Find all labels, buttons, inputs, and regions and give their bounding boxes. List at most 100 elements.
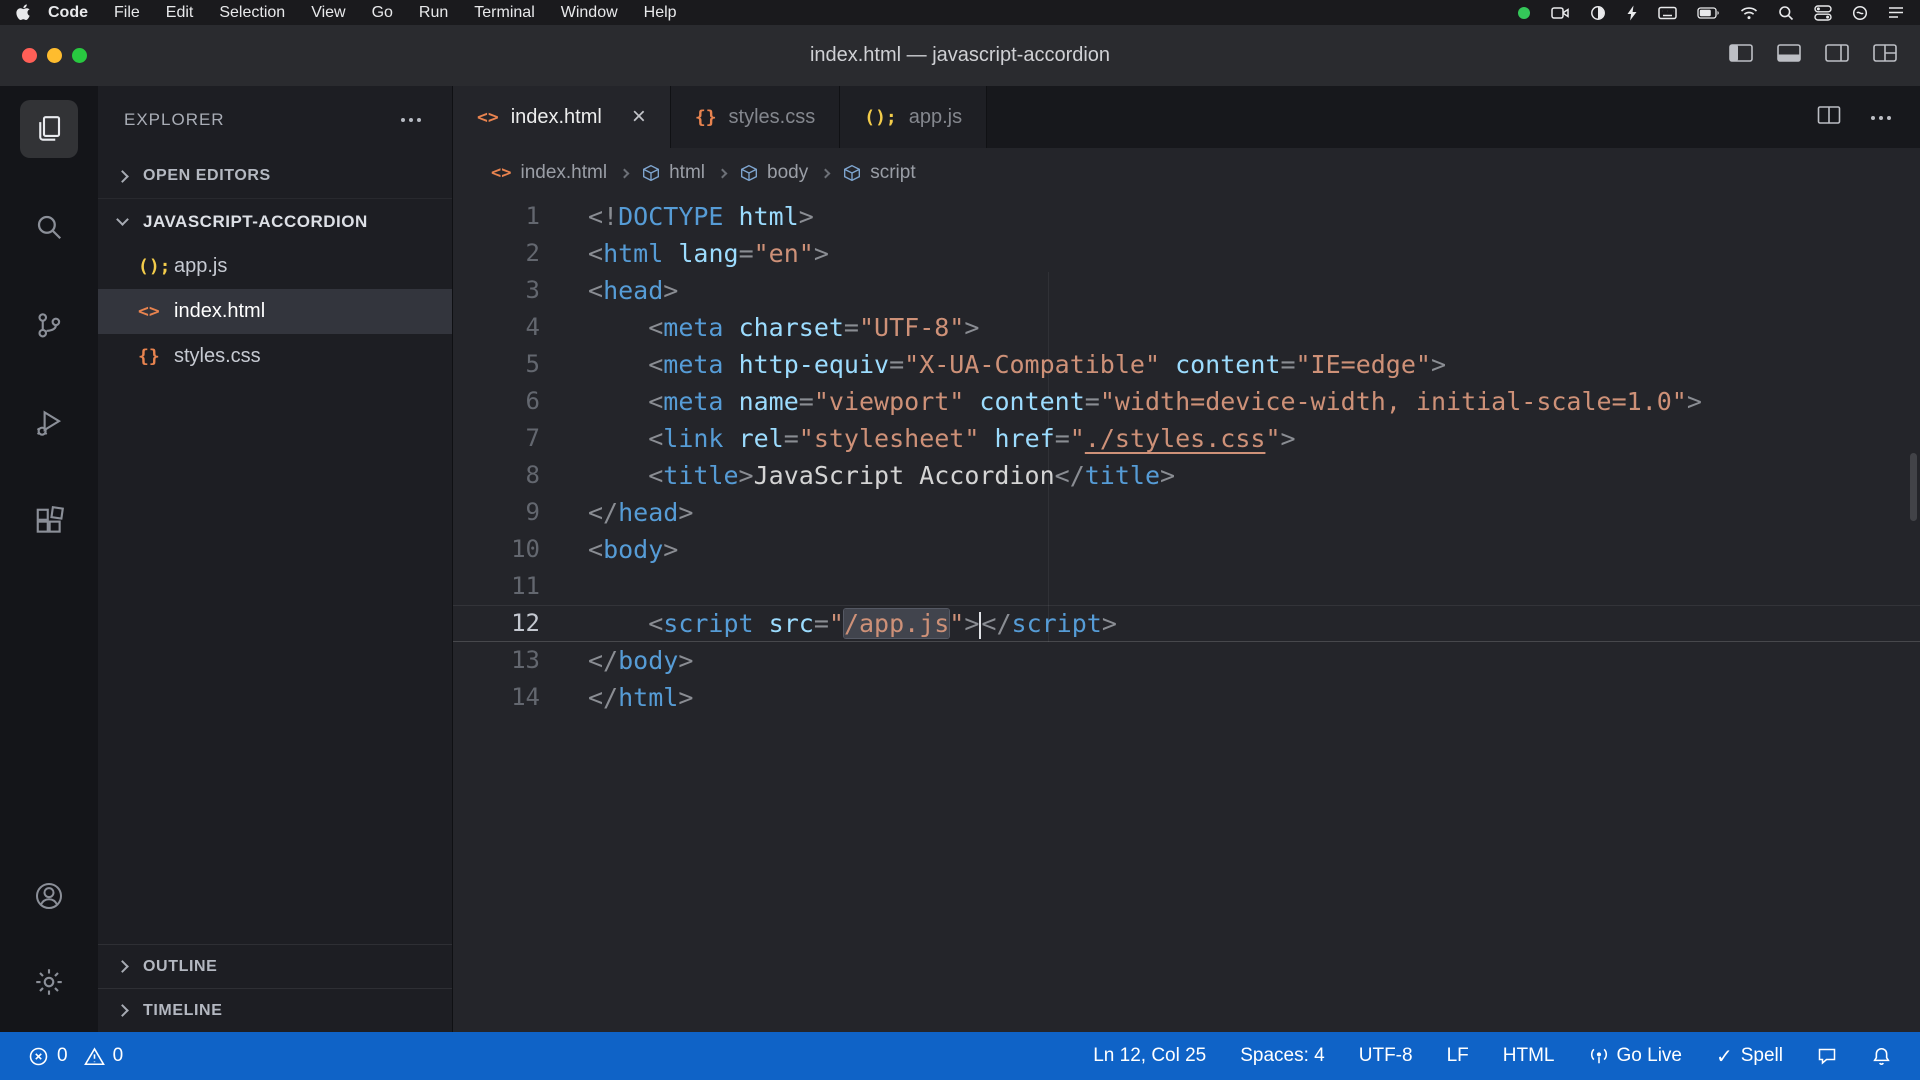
feedback-icon[interactable] — [1817, 1046, 1837, 1066]
toggle-secondary-sidebar-icon[interactable] — [1824, 41, 1850, 70]
editor-tabbar: <> index.html × {} styles.css (); app.js — [453, 86, 1920, 148]
line-number: 4 — [453, 309, 588, 346]
menu-view[interactable]: View — [298, 4, 358, 22]
tab-appjs[interactable]: (); app.js — [840, 86, 987, 148]
extensions-activity-icon[interactable] — [20, 492, 78, 550]
battery-icon[interactable] — [1697, 7, 1720, 19]
sidebar-explorer: EXPLORER OPEN EDITORS JAVASCRIPT-ACCORDI… — [98, 86, 453, 1032]
code-editor[interactable]: 1<!DOCTYPE html>2<html lang="en">3<head>… — [453, 198, 1920, 1032]
zoom-window-button[interactable] — [72, 48, 87, 63]
code-line-5[interactable]: 5 <meta http-equiv="X-UA-Compatible" con… — [453, 346, 1920, 383]
code-line-1[interactable]: 1<!DOCTYPE html> — [453, 198, 1920, 235]
code-line-7[interactable]: 7 <link rel="stylesheet" href="./styles.… — [453, 420, 1920, 457]
explorer-more-actions-icon[interactable] — [400, 117, 422, 123]
problems-indicator[interactable]: 0 0 — [28, 1045, 131, 1067]
account-icon[interactable] — [20, 867, 78, 925]
search-activity-icon[interactable] — [20, 198, 78, 256]
file-item-stylescss[interactable]: {} styles.css — [98, 334, 452, 379]
tab-indexhtml[interactable]: <> index.html × — [453, 86, 671, 148]
cursor-position[interactable]: Ln 12, Col 25 — [1093, 1045, 1206, 1067]
warning-icon — [84, 1046, 105, 1067]
tab-stylescss[interactable]: {} styles.css — [671, 86, 840, 148]
code-line-14[interactable]: 14</html> — [453, 679, 1920, 716]
menu-list-icon[interactable] — [1888, 6, 1904, 19]
breadcrumb-body[interactable]: body — [740, 162, 808, 184]
code-line-9[interactable]: 9</head> — [453, 494, 1920, 531]
encoding-setting[interactable]: UTF-8 — [1359, 1045, 1413, 1067]
code-line-13[interactable]: 13</body> — [453, 642, 1920, 679]
apple-menu-icon[interactable] — [16, 4, 31, 21]
code-line-3[interactable]: 3<head> — [453, 272, 1920, 309]
indentation-setting[interactable]: Spaces: 4 — [1240, 1045, 1325, 1067]
breadcrumb-script[interactable]: script — [843, 162, 915, 184]
line-code: <script src="/app.js"></script> — [588, 605, 1117, 642]
keyboard-icon[interactable] — [1658, 6, 1677, 20]
menu-code[interactable]: Code — [35, 4, 101, 22]
menu-help[interactable]: Help — [631, 4, 690, 22]
menu-selection[interactable]: Selection — [206, 4, 298, 22]
control-center-icon[interactable] — [1814, 5, 1832, 21]
code-line-4[interactable]: 4 <meta charset="UTF-8"> — [453, 309, 1920, 346]
file-name: app.js — [174, 255, 227, 278]
outline-section[interactable]: OUTLINE — [98, 944, 452, 988]
go-live-button[interactable]: Go Live — [1589, 1045, 1682, 1067]
menu-file[interactable]: File — [101, 4, 153, 22]
file-name: styles.css — [174, 345, 261, 368]
menu-terminal[interactable]: Terminal — [461, 4, 547, 22]
siri-icon[interactable] — [1852, 5, 1868, 21]
open-editors-section[interactable]: OPEN EDITORS — [98, 154, 452, 198]
spotlight-icon[interactable] — [1778, 5, 1794, 21]
code-line-6[interactable]: 6 <meta name="viewport" content="width=d… — [453, 383, 1920, 420]
code-line-8[interactable]: 8 <title>JavaScript Accordion</title> — [453, 457, 1920, 494]
window-title: index.html — javascript-accordion — [0, 44, 1920, 67]
close-window-button[interactable] — [22, 48, 37, 63]
notifications-bell-icon[interactable] — [1871, 1046, 1892, 1067]
more-actions-icon[interactable] — [1870, 108, 1892, 126]
explorer-activity-icon[interactable] — [20, 100, 78, 158]
language-mode[interactable]: HTML — [1503, 1045, 1555, 1067]
spell-checker[interactable]: ✓ Spell — [1716, 1044, 1783, 1069]
symbol-element-icon — [843, 164, 861, 182]
menu-edit[interactable]: Edit — [153, 4, 207, 22]
screen-recording-icon[interactable] — [1517, 6, 1531, 20]
run-debug-activity-icon[interactable] — [20, 394, 78, 452]
error-icon — [28, 1046, 49, 1067]
menu-window[interactable]: Window — [548, 4, 631, 22]
error-count: 0 — [57, 1045, 68, 1067]
toggle-sidebar-icon[interactable] — [1728, 41, 1754, 70]
line-number: 5 — [453, 346, 588, 383]
settings-gear-icon[interactable] — [20, 953, 78, 1011]
editor-scrollbar-thumb[interactable] — [1910, 453, 1917, 521]
timeline-section[interactable]: TIMELINE — [98, 988, 452, 1032]
activity-bar-bottom — [20, 867, 78, 1011]
css-file-icon: {} — [138, 346, 174, 367]
eol-setting[interactable]: LF — [1447, 1045, 1469, 1067]
code-line-2[interactable]: 2<html lang="en"> — [453, 235, 1920, 272]
minimize-window-button[interactable] — [47, 48, 62, 63]
breadcrumb-file[interactable]: <> index.html — [491, 162, 607, 184]
source-control-activity-icon[interactable] — [20, 296, 78, 354]
camera-icon[interactable] — [1551, 6, 1570, 20]
close-tab-icon[interactable]: × — [632, 105, 646, 129]
menu-go[interactable]: Go — [359, 4, 406, 22]
code-line-11[interactable]: 11 — [453, 568, 1920, 605]
html-file-icon: <> — [477, 107, 499, 128]
do-not-disturb-icon[interactable] — [1590, 5, 1606, 21]
project-folder-header[interactable]: JAVASCRIPT-ACCORDION — [98, 198, 452, 244]
breadcrumb-html[interactable]: html — [642, 162, 705, 184]
code-line-12[interactable]: 12 <script src="/app.js"></script> — [453, 605, 1920, 642]
code-line-10[interactable]: 10<body> — [453, 531, 1920, 568]
menu-run[interactable]: Run — [406, 4, 461, 22]
file-name: index.html — [174, 300, 265, 323]
file-item-indexhtml[interactable]: <> index.html — [98, 289, 452, 334]
wifi-icon[interactable] — [1740, 6, 1758, 20]
customize-layout-icon[interactable] — [1872, 41, 1898, 70]
editor-area: <> index.html × {} styles.css (); app.js — [453, 86, 1920, 1032]
split-editor-icon[interactable] — [1816, 103, 1842, 132]
line-number: 14 — [453, 679, 588, 716]
window-titlebar[interactable]: index.html — javascript-accordion — [0, 25, 1920, 86]
bolt-icon[interactable] — [1626, 5, 1638, 21]
file-item-appjs[interactable]: (); app.js — [98, 244, 452, 289]
chevron-right-icon — [116, 1004, 129, 1017]
toggle-panel-icon[interactable] — [1776, 41, 1802, 70]
